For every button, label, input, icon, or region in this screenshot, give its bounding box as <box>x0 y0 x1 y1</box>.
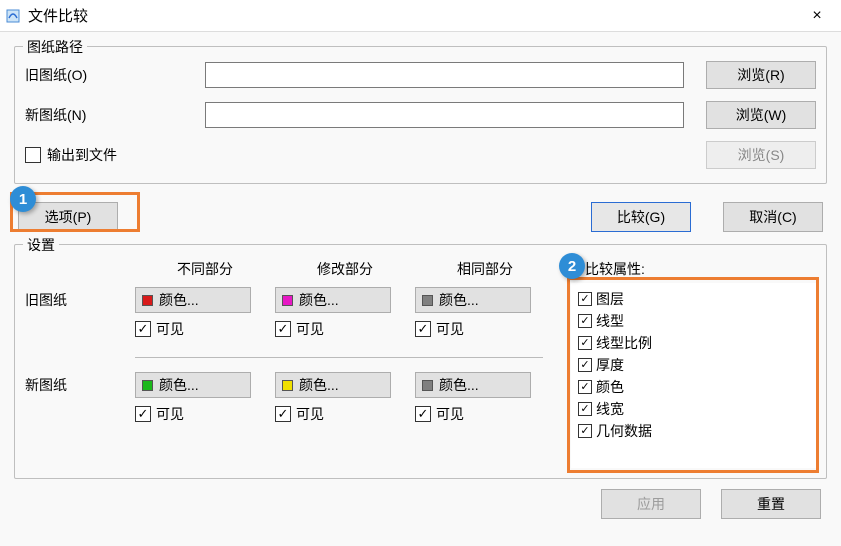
new-same-visible-checkbox[interactable]: ✓ <box>415 406 431 422</box>
color-label: 颜色... <box>159 375 199 395</box>
annotation-badge-1: 1 <box>10 186 36 212</box>
col-diff-label: 不同部分 <box>135 259 275 279</box>
old-mod-color-button[interactable]: 颜色... <box>275 287 391 313</box>
visible-label: 可见 <box>436 319 464 339</box>
compare-button[interactable]: 比较(G) <box>591 202 691 232</box>
old-same-visible-checkbox[interactable]: ✓ <box>415 321 431 337</box>
attr-label: 几何数据 <box>596 420 652 442</box>
window-title: 文件比较 <box>28 5 797 26</box>
new-diff-color-button[interactable]: 颜色... <box>135 372 251 398</box>
color-label: 颜色... <box>299 375 339 395</box>
new-drawing-label: 新图纸(N) <box>25 105 205 125</box>
visible-label: 可见 <box>156 404 184 424</box>
attr-item-ltscale[interactable]: ✓ 线型比例 <box>578 332 809 354</box>
attr-checkbox[interactable]: ✓ <box>578 358 592 372</box>
attr-checkbox[interactable]: ✓ <box>578 314 592 328</box>
paths-groupbox: 图纸路径 旧图纸(O) 浏览(R) 新图纸(N) 浏览(W) 输出到文件 浏览(… <box>14 46 827 184</box>
attr-label: 线型 <box>596 310 624 332</box>
new-same-swatch <box>422 380 433 391</box>
attr-item-layer[interactable]: ✓ 图层 <box>578 288 809 310</box>
annotation-badge-2: 2 <box>559 253 585 279</box>
new-drawing-input[interactable] <box>205 102 684 128</box>
attr-label: 图层 <box>596 288 624 310</box>
new-mod-swatch <box>282 380 293 391</box>
visible-label: 可见 <box>436 404 464 424</box>
attr-item-color[interactable]: ✓ 颜色 <box>578 376 809 398</box>
attr-item-linetype[interactable]: ✓ 线型 <box>578 310 809 332</box>
new-drawing-row: 新图纸(N) 浏览(W) <box>25 101 816 129</box>
output-to-file-checkbox[interactable] <box>25 147 41 163</box>
paths-legend: 图纸路径 <box>23 37 87 57</box>
bottom-buttons: 应用 重置 <box>14 489 827 519</box>
attr-label: 线宽 <box>596 398 624 420</box>
visible-label: 可见 <box>296 404 324 424</box>
dialog-body: 图纸路径 旧图纸(O) 浏览(R) 新图纸(N) 浏览(W) 输出到文件 浏览(… <box>0 32 841 546</box>
app-icon <box>4 7 22 25</box>
col-same-label: 相同部分 <box>415 259 555 279</box>
titlebar: 文件比较 × <box>0 0 841 32</box>
old-same-color-button[interactable]: 颜色... <box>415 287 531 313</box>
col-mod-label: 修改部分 <box>275 259 415 279</box>
new-row-label: 新图纸 <box>25 375 135 395</box>
visible-label: 可见 <box>296 319 324 339</box>
old-drawing-row: 旧图纸(O) 浏览(R) <box>25 61 816 89</box>
attr-checkbox[interactable]: ✓ <box>578 292 592 306</box>
output-to-file-label: 输出到文件 <box>47 145 117 165</box>
color-label: 颜色... <box>299 290 339 310</box>
old-drawing-label: 旧图纸(O) <box>25 65 205 85</box>
new-diff-visible-checkbox[interactable]: ✓ <box>135 406 151 422</box>
old-row-label: 旧图纸 <box>25 290 135 310</box>
attr-label: 线型比例 <box>596 332 652 354</box>
compare-attrs-list: ✓ 图层 ✓ 线型 ✓ 线型比例 ✓ 厚度 ✓ 颜色 ✓ 线宽 ✓ 几何数据 <box>571 283 816 468</box>
new-mod-color-button[interactable]: 颜色... <box>275 372 391 398</box>
old-mod-swatch <box>282 295 293 306</box>
attr-item-lineweight[interactable]: ✓ 线宽 <box>578 398 809 420</box>
settings-divider <box>135 357 543 358</box>
attr-checkbox[interactable]: ✓ <box>578 402 592 416</box>
color-label: 颜色... <box>159 290 199 310</box>
old-diff-swatch <box>142 295 153 306</box>
old-drawing-input[interactable] <box>205 62 684 88</box>
settings-legend: 设置 <box>23 235 59 255</box>
settings-groupbox: 设置 不同部分 修改部分 相同部分 旧图纸 颜色... <box>14 244 827 479</box>
old-mod-visible-checkbox[interactable]: ✓ <box>275 321 291 337</box>
old-colors-row: 旧图纸 颜色... 颜色... 颜色... <box>25 287 565 313</box>
attr-item-geometry[interactable]: ✓ 几何数据 <box>578 420 809 442</box>
old-diff-color-button[interactable]: 颜色... <box>135 287 251 313</box>
compare-attrs-label: 比较属性: <box>585 259 816 279</box>
attr-item-thickness[interactable]: ✓ 厚度 <box>578 354 809 376</box>
reset-button[interactable]: 重置 <box>721 489 821 519</box>
midbar: 1 选项(P) 比较(G) 取消(C) <box>14 202 827 232</box>
old-visible-row: ✓ 可见 ✓ 可见 ✓ 可见 <box>25 319 565 339</box>
apply-button[interactable]: 应用 <box>601 489 701 519</box>
new-mod-visible-checkbox[interactable]: ✓ <box>275 406 291 422</box>
attr-label: 厚度 <box>596 354 624 376</box>
close-button[interactable]: × <box>797 0 837 32</box>
attr-checkbox[interactable]: ✓ <box>578 336 592 350</box>
old-same-swatch <box>422 295 433 306</box>
output-file-row: 输出到文件 浏览(S) <box>25 141 816 169</box>
attr-label: 颜色 <box>596 376 624 398</box>
new-diff-swatch <box>142 380 153 391</box>
browse-output-button: 浏览(S) <box>706 141 816 169</box>
old-diff-visible-checkbox[interactable]: ✓ <box>135 321 151 337</box>
visible-label: 可见 <box>156 319 184 339</box>
close-icon: × <box>812 7 821 25</box>
browse-new-button[interactable]: 浏览(W) <box>706 101 816 129</box>
attr-checkbox[interactable]: ✓ <box>578 424 592 438</box>
attr-checkbox[interactable]: ✓ <box>578 380 592 394</box>
color-label: 颜色... <box>439 290 479 310</box>
cancel-button[interactable]: 取消(C) <box>723 202 823 232</box>
settings-columns-header: 不同部分 修改部分 相同部分 <box>25 259 565 279</box>
new-visible-row: ✓ 可见 ✓ 可见 ✓ 可见 <box>25 404 565 424</box>
new-same-color-button[interactable]: 颜色... <box>415 372 531 398</box>
new-colors-row: 新图纸 颜色... 颜色... 颜色... <box>25 372 565 398</box>
color-label: 颜色... <box>439 375 479 395</box>
browse-old-button[interactable]: 浏览(R) <box>706 61 816 89</box>
